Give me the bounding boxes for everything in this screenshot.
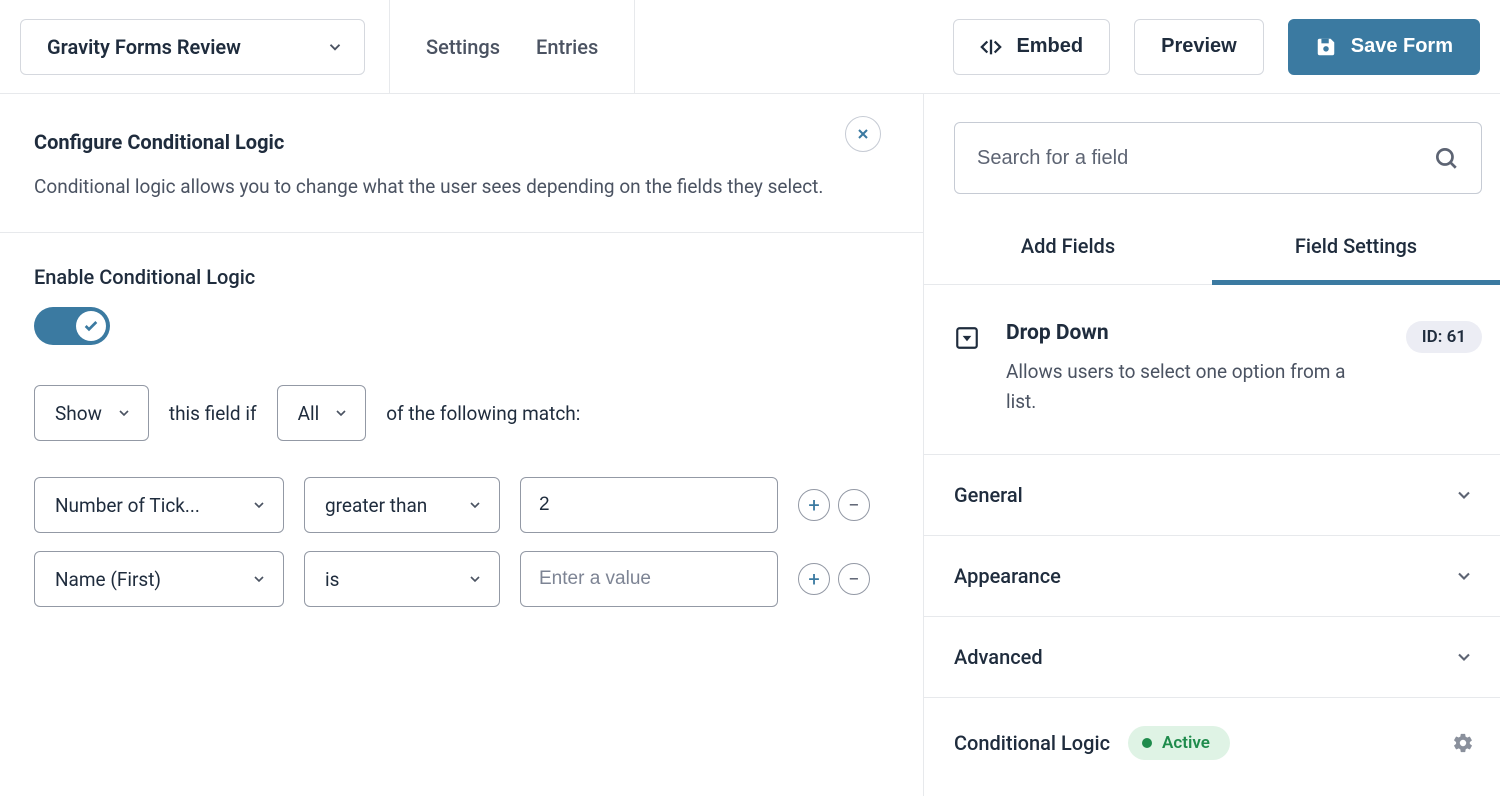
code-icon [980, 36, 1002, 58]
enable-logic-toggle[interactable] [34, 307, 110, 345]
accordion-label: Conditional Logic [954, 731, 1110, 755]
match-value: All [298, 402, 320, 425]
nav-entries[interactable]: Entries [536, 35, 598, 59]
nav-settings[interactable]: Settings [426, 35, 500, 59]
condition-operator-value: is [325, 568, 339, 591]
condition-row: Number of Tick... greater than + − [34, 477, 889, 533]
active-dot-icon [1142, 738, 1152, 748]
chevron-down-icon [251, 571, 267, 587]
chevron-down-icon [1454, 647, 1474, 667]
chevron-down-icon [467, 571, 483, 587]
chevron-down-icon [1454, 566, 1474, 586]
condition-operator-select[interactable]: is [304, 551, 500, 607]
chevron-down-icon [251, 497, 267, 513]
save-icon [1315, 36, 1337, 58]
form-selector[interactable]: Gravity Forms Review [20, 19, 365, 75]
toggle-knob [76, 311, 106, 341]
enable-logic-label: Enable Conditional Logic [34, 265, 889, 289]
preview-button[interactable]: Preview [1134, 19, 1264, 75]
accordion-conditional-logic[interactable]: Conditional Logic Active [924, 698, 1500, 788]
condition-field-select[interactable]: Name (First) [34, 551, 284, 607]
chevron-down-icon [326, 38, 344, 56]
accordion-label: Appearance [954, 564, 1061, 588]
minus-icon: − [848, 493, 859, 517]
dropdown-icon [954, 325, 980, 356]
embed-button[interactable]: Embed [953, 19, 1110, 75]
show-hide-select[interactable]: Show [34, 385, 149, 441]
chevron-down-icon [1454, 485, 1474, 505]
accordion-appearance[interactable]: Appearance [924, 536, 1500, 617]
divider [634, 0, 635, 94]
sentence-text: of the following match: [386, 402, 580, 425]
tab-field-settings[interactable]: Field Settings [1212, 234, 1500, 285]
save-label: Save Form [1351, 35, 1453, 58]
preview-label: Preview [1161, 35, 1237, 58]
accordion-label: General [954, 483, 1023, 507]
condition-operator-select[interactable]: greater than [304, 477, 500, 533]
field-type-title: Drop Down [1006, 321, 1380, 345]
tab-add-fields[interactable]: Add Fields [924, 234, 1212, 285]
field-id-badge: ID: 61 [1406, 321, 1482, 353]
condition-row: Name (First) is + − [34, 551, 889, 607]
match-select[interactable]: All [277, 385, 367, 441]
condition-field-select[interactable]: Number of Tick... [34, 477, 284, 533]
condition-field-value: Number of Tick... [55, 494, 200, 517]
config-title: Configure Conditional Logic [34, 130, 889, 154]
config-description: Conditional logic allows you to change w… [34, 172, 834, 202]
chevron-down-icon [467, 497, 483, 513]
show-hide-value: Show [55, 402, 102, 425]
accordion-label: Advanced [954, 645, 1043, 669]
search-icon [1433, 145, 1459, 171]
add-condition-button[interactable]: + [798, 489, 830, 521]
close-icon [855, 126, 871, 142]
field-type-description: Allows users to select one option from a… [1006, 357, 1380, 418]
minus-icon: − [848, 567, 859, 591]
chevron-down-icon [333, 405, 349, 421]
embed-label: Embed [1016, 35, 1083, 58]
accordion-advanced[interactable]: Advanced [924, 617, 1500, 698]
condition-field-value: Name (First) [55, 568, 161, 591]
gear-icon[interactable] [1452, 732, 1474, 754]
form-selector-label: Gravity Forms Review [47, 35, 241, 59]
active-badge: Active [1128, 726, 1230, 760]
field-search-input[interactable] [977, 147, 1433, 170]
save-button[interactable]: Save Form [1288, 19, 1480, 75]
sentence-text: this field if [169, 402, 257, 425]
plus-icon: + [808, 493, 819, 517]
active-badge-label: Active [1162, 733, 1210, 753]
remove-condition-button[interactable]: − [838, 489, 870, 521]
accordion-general[interactable]: General [924, 455, 1500, 536]
condition-value-input[interactable] [520, 551, 778, 607]
condition-operator-value: greater than [325, 494, 427, 517]
close-button[interactable] [845, 116, 881, 152]
plus-icon: + [808, 567, 819, 591]
add-condition-button[interactable]: + [798, 563, 830, 595]
remove-condition-button[interactable]: − [838, 563, 870, 595]
check-icon [83, 318, 99, 334]
field-search[interactable] [954, 122, 1482, 194]
condition-value-input[interactable] [520, 477, 778, 533]
chevron-down-icon [116, 405, 132, 421]
